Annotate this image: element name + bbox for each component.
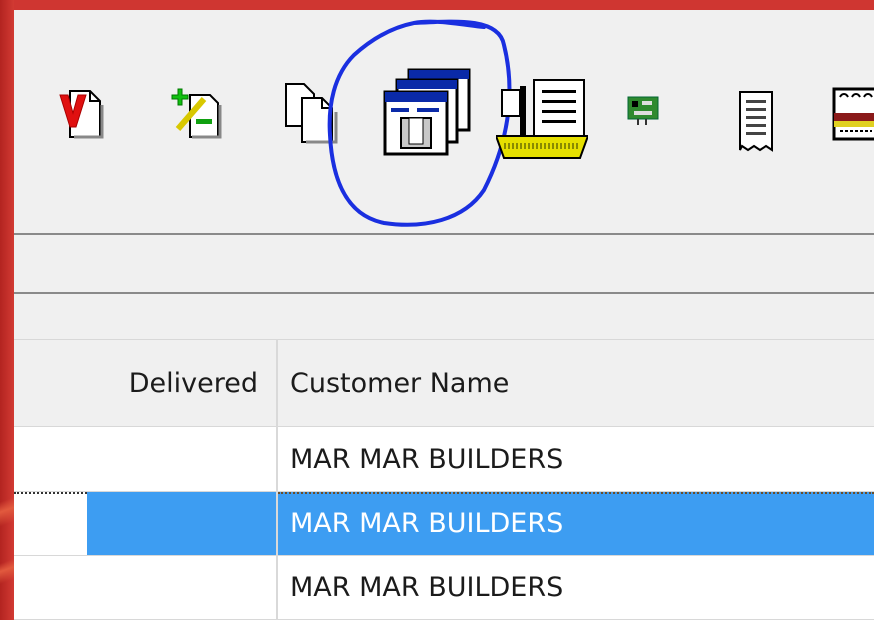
- orders-grid: Delivered Customer Name MAR MAR BUILDERS…: [14, 339, 874, 620]
- window-frame-decoration: [0, 420, 14, 620]
- customer-name-cell: MAR MAR BUILDERS: [290, 572, 564, 603]
- column-header-customer-name[interactable]: Customer Name: [290, 340, 509, 428]
- window-frame-top: [0, 0, 874, 10]
- table-row[interactable]: MAR MAR BUILDERS: [14, 428, 874, 492]
- plus-minus-icon[interactable]: [164, 85, 224, 147]
- void-v-icon[interactable]: [56, 85, 106, 147]
- grid-header: Delivered Customer Name: [14, 339, 874, 427]
- copy-pages-icon[interactable]: [282, 78, 354, 154]
- column-divider[interactable]: [276, 339, 278, 620]
- customer-name-cell: MAR MAR BUILDERS: [290, 444, 564, 475]
- table-row[interactable]: MAR MAR BUILDERS: [14, 556, 874, 620]
- table-row-selected[interactable]: MAR MAR BUILDERS: [14, 492, 874, 556]
- receipt-icon[interactable]: [736, 88, 776, 158]
- toolbar: [14, 10, 874, 233]
- network-card-icon[interactable]: [626, 93, 660, 127]
- sign-list-icon[interactable]: [496, 78, 588, 168]
- app-window: Delivered Customer Name MAR MAR BUILDERS…: [14, 10, 874, 620]
- column-header-delivered[interactable]: Delivered: [14, 340, 258, 428]
- stacked-windows-icon[interactable]: [381, 66, 477, 162]
- cash-drawer-icon[interactable]: [832, 85, 874, 145]
- filter-band: [14, 235, 874, 292]
- group-band: [14, 294, 874, 339]
- customer-name-cell: MAR MAR BUILDERS: [290, 508, 564, 539]
- focus-indicator: [14, 492, 87, 494]
